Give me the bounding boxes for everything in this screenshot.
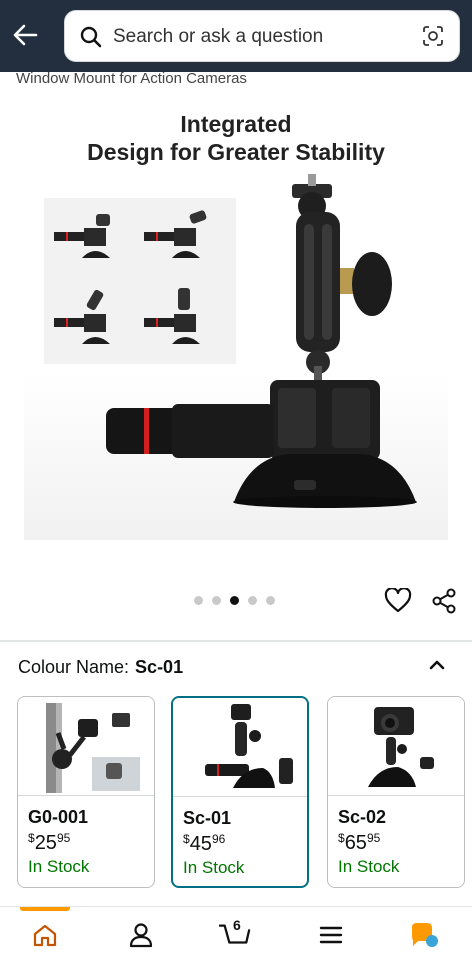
swatch-image <box>173 698 307 796</box>
option-price: $6595 <box>338 831 381 854</box>
swatch-image <box>18 697 154 795</box>
carousel-dot[interactable] <box>248 596 257 605</box>
colour-label: Colour Name: <box>18 657 130 677</box>
back-button[interactable] <box>10 20 40 50</box>
search-input[interactable] <box>113 23 403 51</box>
option-stock-status: In Stock <box>338 857 400 876</box>
top-app-bar <box>0 0 472 72</box>
nav-assistant[interactable] <box>408 919 440 951</box>
user-icon <box>129 923 153 948</box>
carousel-dot-active[interactable] <box>230 596 239 605</box>
colour-selection-header: Colour Name: Sc-01 <box>18 657 183 678</box>
option-stock-status: In Stock <box>28 857 90 876</box>
hero-caption-line1: Integrated <box>180 111 292 137</box>
cart-count-badge: 6 <box>233 917 241 933</box>
heart-icon <box>384 587 412 613</box>
active-tab-indicator <box>20 907 70 911</box>
colour-option-g0-001[interactable]: G0-001 $2595 In Stock <box>17 696 155 888</box>
nav-home[interactable] <box>29 919 61 951</box>
option-price: $2595 <box>28 831 71 854</box>
option-stock-status: In Stock <box>183 858 245 877</box>
carousel-dot[interactable] <box>194 596 203 605</box>
swatch-image <box>328 697 464 795</box>
nav-account[interactable] <box>125 919 157 951</box>
search-bar[interactable] <box>64 10 460 62</box>
search-icon <box>80 26 102 48</box>
option-price: $4596 <box>183 832 226 855</box>
hero-caption: Integrated Design for Greater Stability <box>0 110 472 166</box>
carousel-dot[interactable] <box>212 596 221 605</box>
share-icon <box>432 588 456 614</box>
assistant-icon <box>412 923 438 947</box>
home-icon <box>33 924 57 947</box>
section-divider <box>0 640 472 642</box>
bottom-navigation: 6 <box>0 906 472 960</box>
collapse-colour-button[interactable] <box>424 654 450 676</box>
option-name: G0-001 <box>28 807 89 827</box>
share-button[interactable] <box>430 588 458 614</box>
suction-mount-illustration <box>106 174 417 508</box>
product-image[interactable]: Integrated Design for Greater Stability <box>0 92 472 572</box>
carousel-dot[interactable] <box>266 596 275 605</box>
chevron-up-icon <box>429 660 445 670</box>
camera-lens-icon[interactable] <box>421 24 445 48</box>
colour-option-sc-02[interactable]: Sc-02 $6595 In Stock <box>327 696 465 888</box>
add-to-favourites-button[interactable] <box>384 587 412 614</box>
option-name: Sc-02 <box>338 807 387 827</box>
back-arrow-icon <box>13 24 38 46</box>
selected-colour-value: Sc-01 <box>135 657 184 677</box>
hero-caption-line2: Design for Greater Stability <box>87 139 385 165</box>
nav-menu[interactable] <box>315 919 347 951</box>
colour-option-sc-01[interactable]: Sc-01 $4596 In Stock <box>171 696 309 888</box>
option-name: Sc-01 <box>183 808 232 828</box>
image-carousel-dots <box>194 596 275 605</box>
menu-icon <box>319 926 343 944</box>
nav-cart[interactable]: 6 <box>219 917 251 951</box>
product-title[interactable]: Window Mount for Action Cameras <box>16 70 247 87</box>
